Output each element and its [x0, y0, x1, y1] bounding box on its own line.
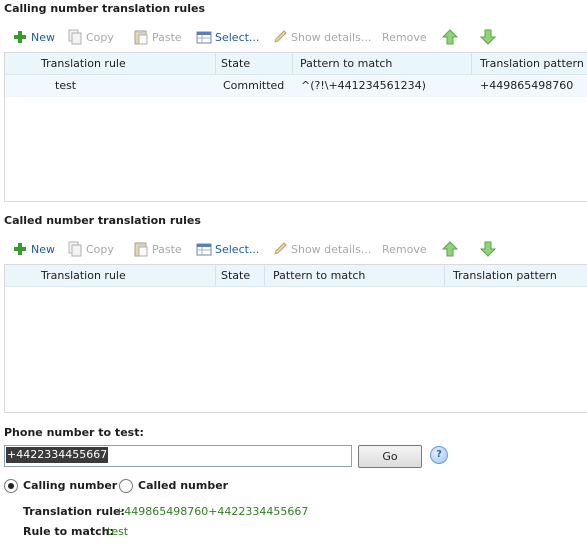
called-show-details-button[interactable]: Show details... [272, 238, 371, 260]
cell-rule: test [55, 79, 77, 92]
cell-translation: +449865498760 [480, 79, 574, 92]
called-move-down-button[interactable] [479, 238, 499, 260]
column-translation-pattern[interactable]: Translation pattern [453, 265, 557, 286]
called-move-up-button[interactable] [441, 238, 461, 260]
called-section-title: Called number translation rules [4, 214, 201, 227]
cell-pattern: ^(?!\+441234561234) [301, 79, 426, 92]
calling-paste-button[interactable]: Paste [133, 26, 182, 48]
pencil-icon [272, 241, 288, 257]
select-table-icon [196, 241, 212, 257]
calling-grid-header: Translation rule State Pattern to match … [5, 53, 587, 75]
calling-show-details-button[interactable]: Show details... [272, 26, 371, 48]
phone-number-value: +4422334455667 [6, 447, 109, 463]
plus-icon [12, 29, 28, 45]
column-translation-rule[interactable]: Translation rule [41, 265, 126, 286]
calling-section-title: Calling number translation rules [4, 2, 206, 15]
copy-icon [67, 29, 83, 45]
called-remove-button[interactable]: Remove [382, 238, 427, 260]
copy-icon [67, 241, 83, 257]
select-table-icon [196, 29, 212, 45]
arrow-down-icon [479, 241, 497, 257]
calling-move-down-button[interactable] [479, 26, 499, 48]
plus-icon [12, 241, 28, 257]
paste-icon [133, 241, 149, 257]
arrow-up-icon [441, 29, 459, 45]
column-translation-pattern[interactable]: Translation pattern [480, 53, 584, 74]
column-state[interactable]: State [221, 53, 250, 74]
translation-rule-result-value: +449865498760+4422334455667 [115, 505, 309, 518]
called-new-button[interactable]: New [12, 238, 55, 260]
table-row[interactable]: test Committed ^(?!\+441234561234) +4498… [5, 75, 587, 97]
column-state[interactable]: State [221, 265, 250, 286]
column-translation-rule[interactable]: Translation rule [41, 53, 126, 74]
paste-icon [133, 29, 149, 45]
column-divider[interactable] [292, 53, 293, 74]
column-divider[interactable] [471, 53, 472, 74]
calling-toolbar: New Copy Paste Select... Show details...… [0, 26, 587, 48]
calling-number-radio-label[interactable]: Calling number [23, 479, 117, 492]
cell-state: Committed [223, 79, 285, 92]
column-divider[interactable] [444, 265, 445, 286]
calling-number-radio[interactable] [4, 479, 18, 493]
called-copy-button[interactable]: Copy [67, 238, 114, 260]
column-pattern-to-match[interactable]: Pattern to match [273, 265, 365, 286]
column-pattern-to-match[interactable]: Pattern to match [300, 53, 392, 74]
calling-copy-button[interactable]: Copy [67, 26, 114, 48]
translation-rule-result-label: Translation rule: [23, 505, 125, 518]
column-divider[interactable] [215, 265, 216, 286]
pencil-icon [272, 29, 288, 45]
called-rules-grid[interactable]: Translation rule State Pattern to match … [4, 264, 587, 413]
called-grid-header: Translation rule State Pattern to match … [5, 265, 587, 287]
arrow-down-icon [479, 29, 497, 45]
calling-move-up-button[interactable] [441, 26, 461, 48]
called-number-radio[interactable] [119, 479, 133, 493]
help-icon[interactable]: ? [430, 446, 448, 464]
arrow-up-icon [441, 241, 459, 257]
phone-number-input[interactable]: +4422334455667 [4, 445, 352, 467]
calling-remove-button[interactable]: Remove [382, 26, 427, 48]
calling-select-button[interactable]: Select... [196, 26, 259, 48]
called-toolbar: New Copy Paste Select... Show details...… [0, 238, 587, 260]
column-divider[interactable] [264, 265, 265, 286]
called-paste-button[interactable]: Paste [133, 238, 182, 260]
called-number-radio-label[interactable]: Called number [138, 479, 228, 492]
rule-to-match-label: Rule to match: [23, 525, 114, 538]
calling-new-button[interactable]: New [12, 26, 55, 48]
rule-to-match-value: test [107, 525, 129, 538]
phone-test-label: Phone number to test: [4, 426, 144, 439]
calling-rules-grid[interactable]: Translation rule State Pattern to match … [4, 52, 587, 202]
column-divider[interactable] [215, 53, 216, 74]
called-select-button[interactable]: Select... [196, 238, 259, 260]
go-button[interactable]: Go [358, 445, 422, 468]
